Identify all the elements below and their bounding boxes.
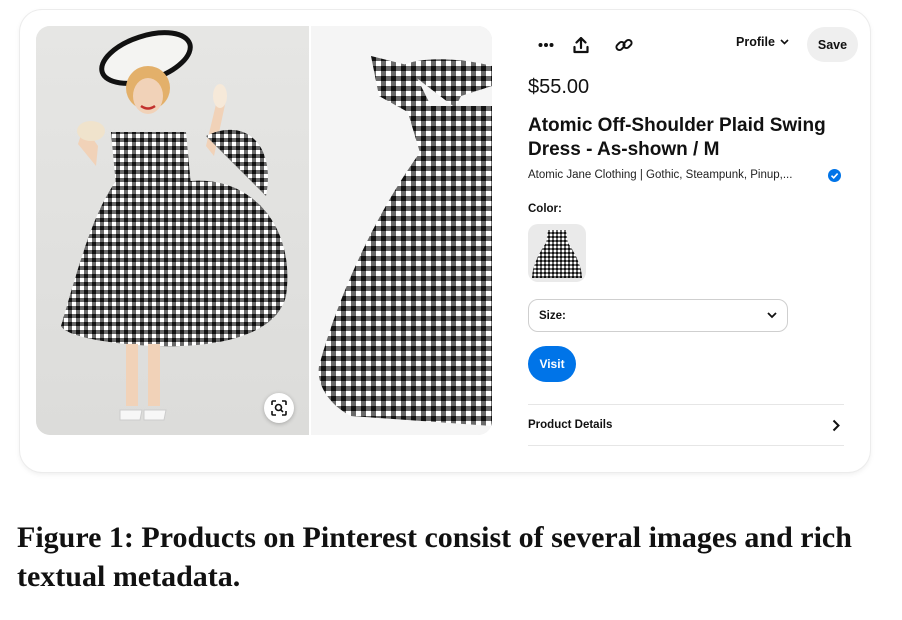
- copy-link-button[interactable]: [610, 31, 638, 59]
- product-title: Atomic Off-Shoulder Plaid Swing Dress - …: [528, 115, 826, 160]
- chevron-down-icon: [767, 312, 777, 319]
- share-button[interactable]: [567, 31, 595, 59]
- more-button[interactable]: [532, 31, 560, 59]
- model-photo[interactable]: [36, 26, 309, 435]
- visual-search-icon: [271, 400, 287, 416]
- save-button[interactable]: Save: [807, 27, 858, 62]
- color-swatch[interactable]: [528, 224, 586, 282]
- product-details-label: Product Details: [528, 419, 613, 431]
- verified-badge-icon: [828, 169, 841, 182]
- size-label: Size:: [539, 309, 566, 322]
- profile-dropdown[interactable]: Profile: [736, 35, 789, 49]
- merchant-name[interactable]: Atomic Jane Clothing | Gothic, Steampunk…: [528, 169, 792, 181]
- product-details-row[interactable]: Product Details: [528, 404, 844, 446]
- profile-label: Profile: [736, 35, 775, 49]
- figure-caption: Figure 1: Products on Pinterest consist …: [17, 521, 852, 593]
- size-select[interactable]: Size:: [528, 299, 788, 332]
- more-icon: [538, 43, 554, 47]
- product-price: $55.00: [528, 76, 590, 98]
- visit-button[interactable]: Visit: [528, 346, 576, 382]
- chevron-down-icon: [780, 39, 789, 45]
- share-icon: [573, 36, 589, 53]
- dress-photo[interactable]: [311, 26, 492, 435]
- color-label: Color:: [528, 203, 562, 215]
- visual-search-button[interactable]: [264, 393, 294, 423]
- product-info-panel: Profile Save $55.00 Atomic Off-Shoulder …: [528, 26, 858, 456]
- dress-thumbnail: [532, 230, 582, 278]
- link-icon: [615, 38, 633, 52]
- product-image-gallery[interactable]: [36, 26, 492, 435]
- chevron-right-icon: [832, 419, 840, 431]
